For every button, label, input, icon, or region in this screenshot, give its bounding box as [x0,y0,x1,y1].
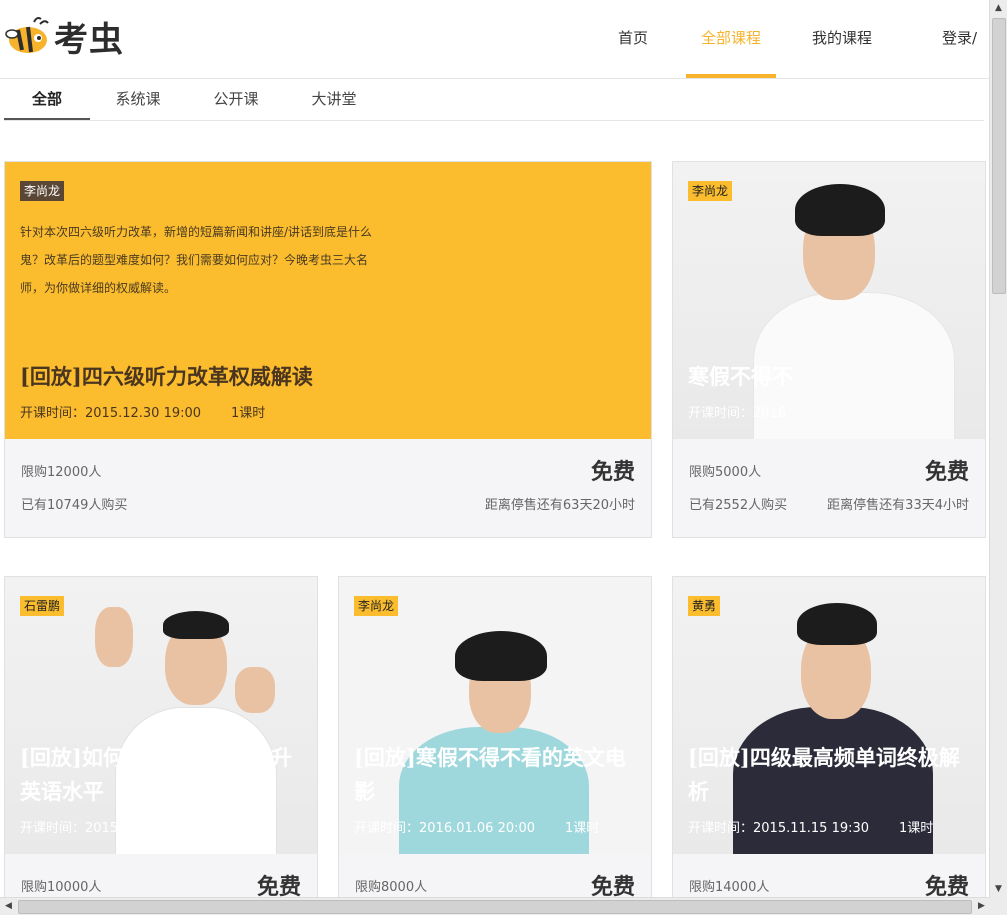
course-description: 针对本次四六级听力改革，新增的短篇新闻和讲座/讲话到底是什么鬼？改革后的题型难度… [20,225,373,295]
course-time-row: 开课时间：2015.11.15 19:30 1课时 [688,817,933,836]
nav-home[interactable]: 首页 [606,0,660,76]
logo[interactable]: 考虫 [4,14,124,60]
course-card[interactable]: 黄勇 [回放]四级最高频单词终极解析 开课时间：2015.11.15 19:30… [672,576,986,915]
course-start-time: 开课时间：2016 [688,406,787,421]
course-start-time: 开课时间：2016.01.06 20:00 [354,821,536,836]
purchase-limit: 限购14000人 [689,880,770,895]
course-banner[interactable]: 李尚龙 [回放]寒假不得不看的英文电影 开课时间：2016.01.06 20:0… [339,577,651,854]
course-banner[interactable]: 李尚龙 针对本次四六级听力改革，新增的短篇新闻和讲座/讲话到底是什么鬼？改革后的… [5,162,651,439]
teacher-photo [743,182,963,439]
course-category-tabs: 全部 系统课 公开课 大讲堂 [4,79,984,121]
sale-countdown: 距离停售还有63天20小时 [484,498,635,513]
course-info: 限购12000人 已有10749人购买 免费 距离停售还有63天20小时 [5,439,651,537]
purchase-limit: 限购5000人 [689,465,762,480]
course-start-time: 开课时间：2015.12.29 20:00 [20,821,202,836]
teacher-tag: 李尚龙 [688,181,733,201]
course-card[interactable]: 李尚龙 [回放]寒假不得不看的英文电影 开课时间：2016.01.06 20:0… [338,576,652,915]
course-banner[interactable]: 黄勇 [回放]四级最高频单词终极解析 开课时间：2015.11.15 19:30… [673,577,985,854]
scroll-left-icon[interactable]: ◀ [0,898,17,915]
purchase-limit: 限购12000人 [21,465,102,480]
nav-my-courses[interactable]: 我的课程 [800,0,884,76]
course-lessons: 1课时 [231,406,266,421]
tab-all[interactable]: 全部 [4,79,90,120]
purchase-limit: 限购10000人 [21,880,102,895]
course-lessons: 1课时 [565,821,600,836]
course-start-time: 开课时间：2015.12.30 19:00 [20,406,202,421]
tab-lecture-hall[interactable]: 大讲堂 [296,79,372,119]
purchased-count: 已有2552人购买 [689,498,788,513]
course-banner[interactable]: 李尚龙 寒假不得不 开课时间：2016 [673,162,985,439]
vertical-scrollbar[interactable]: ▲ ▼ [989,0,1007,898]
bee-logo-icon [5,17,49,53]
course-title[interactable]: [回放]寒假不得不看的英文电影 [354,741,644,809]
course-title[interactable]: 寒假不得不 [688,360,793,394]
course-title[interactable]: [回放]如何利用寒假快速提升英语水平 [20,741,310,809]
nav-login[interactable]: 登录/注 [942,0,990,76]
scrollbar-corner [990,898,1007,915]
horizontal-scroll-thumb[interactable] [18,900,972,914]
course-time-row: 开课时间：2015.12.30 19:00 1课时 [20,402,265,421]
purchase-limit: 限购8000人 [355,880,428,895]
course-card[interactable]: 李尚龙 寒假不得不 开课时间：2016 限购5000人 已有2552人购买 免费… [672,161,986,538]
scroll-right-icon[interactable]: ▶ [973,898,990,915]
horizontal-scrollbar[interactable]: ◀ ▶ [0,897,990,915]
price: 免费 [590,459,635,485]
teacher-photo [713,597,953,854]
course-card[interactable]: 石雷鹏 [回放]如何利用寒假快速提升英语水平 开课时间：2015.12.29 2… [4,576,318,915]
course-info: 限购5000人 已有2552人购买 免费 距离停售还有33天4小时 [673,439,985,537]
sale-countdown: 距离停售还有33天4小时 [827,498,969,513]
course-start-time: 开课时间：2015.11.15 19:30 [688,821,870,836]
logo-text: 考虫 [54,19,124,60]
nav-all-courses[interactable]: 全部课程 [686,0,776,78]
course-lessons: 1课时 [899,821,934,836]
course-card[interactable]: 李尚龙 针对本次四六级听力改革，新增的短篇新闻和讲座/讲话到底是什么鬼？改革后的… [4,161,652,538]
course-title[interactable]: [回放]四级最高频单词终极解析 [688,741,978,809]
teacher-tag: 李尚龙 [20,181,65,201]
price: 免费 [924,459,969,485]
site-header: 考虫 首页 全部课程 我的课程 登录/注 [0,0,990,79]
course-time-row: 开课时间：2015.12.29 20:00 1课时 [20,817,265,836]
course-title[interactable]: [回放]四六级听力改革权威解读 [20,360,313,394]
scroll-down-icon[interactable]: ▼ [990,881,1007,898]
teacher-tag: 石雷鹏 [20,596,65,616]
teacher-tag: 李尚龙 [354,596,399,616]
course-time-row: 开课时间：2016.01.06 20:00 1课时 [354,817,599,836]
teacher-tag: 黄勇 [688,596,721,616]
course-banner[interactable]: 石雷鹏 [回放]如何利用寒假快速提升英语水平 开课时间：2015.12.29 2… [5,577,317,854]
vertical-scroll-thumb[interactable] [992,18,1006,294]
course-lessons: 1课时 [231,821,266,836]
scroll-up-icon[interactable]: ▲ [990,0,1007,17]
tab-system-courses[interactable]: 系统课 [100,79,176,119]
tab-open-courses[interactable]: 公开课 [198,79,274,119]
purchased-count: 已有10749人购买 [21,498,128,513]
